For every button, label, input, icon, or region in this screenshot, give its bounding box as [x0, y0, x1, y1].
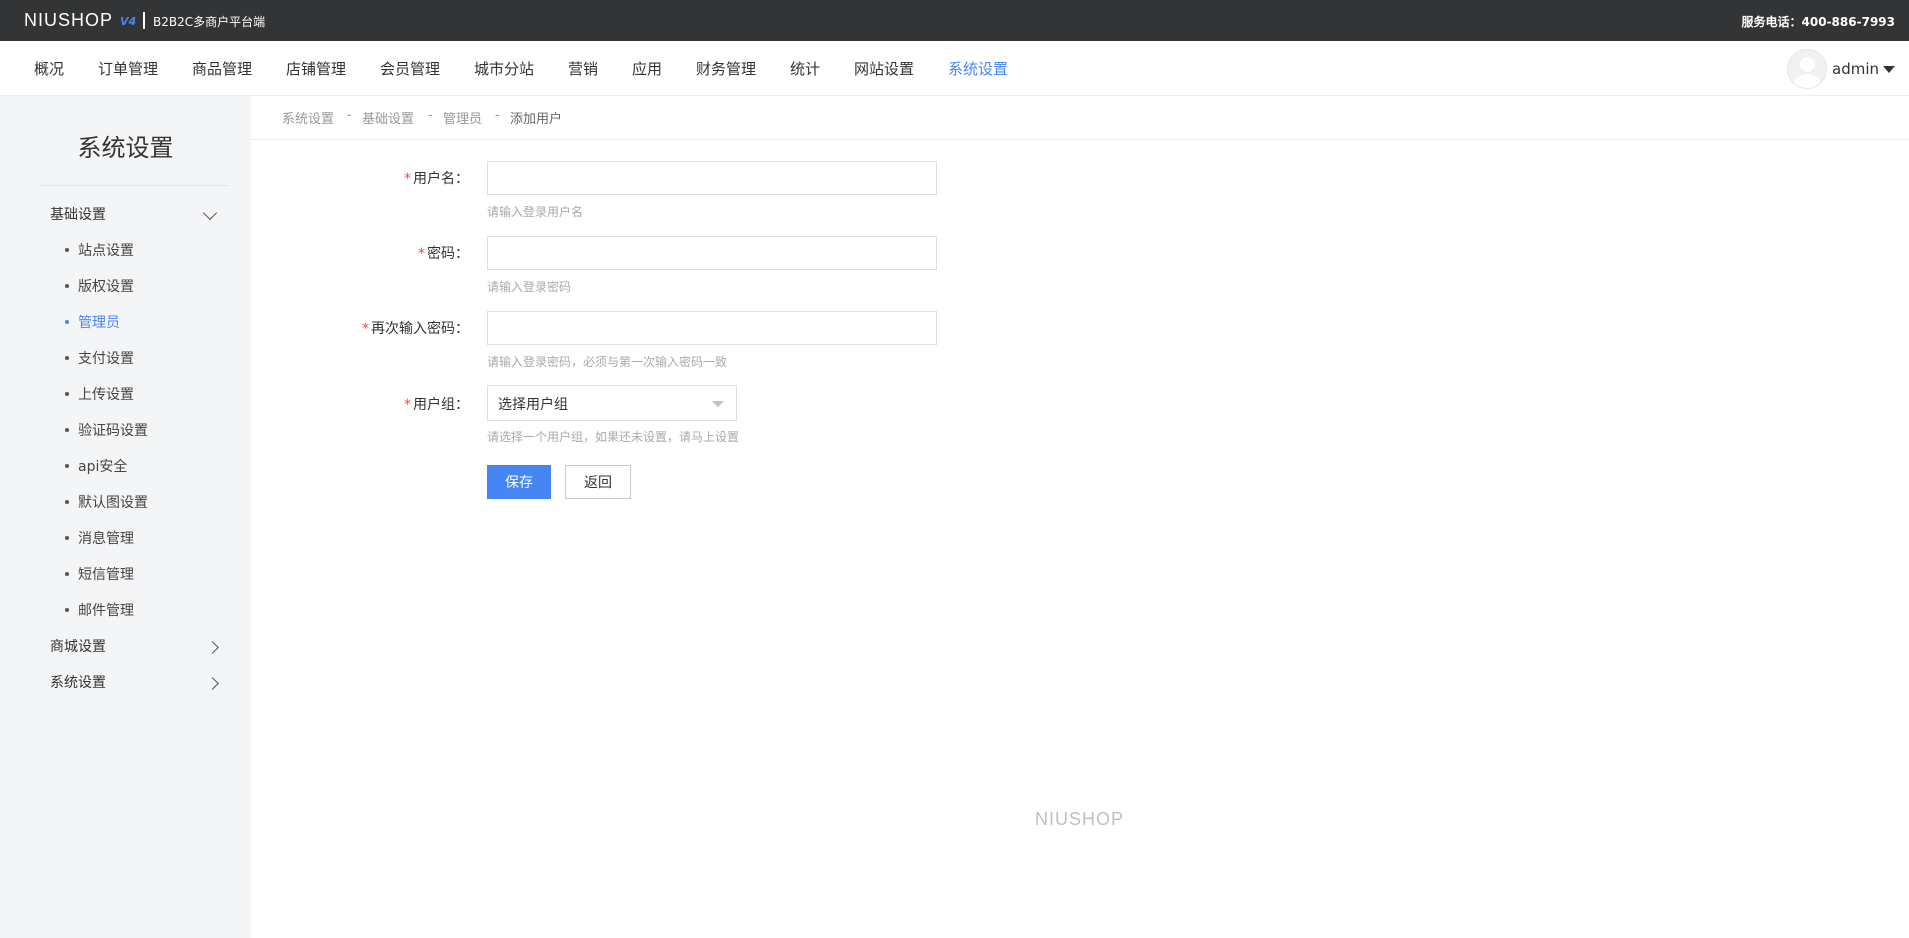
password-confirm-hint: 请输入登录密码，必须与第一次输入密码一致	[487, 355, 728, 369]
bullet-icon	[65, 392, 69, 396]
bullet-icon	[65, 428, 69, 432]
service-phone: 服务电话：400-886-7993	[1741, 15, 1895, 29]
back-button[interactable]: 返回	[565, 465, 631, 499]
nav-item-goods[interactable]: 商品管理	[192, 58, 252, 79]
avatar[interactable]	[1787, 49, 1827, 89]
nav-item-system-settings[interactable]: 系统设置	[948, 58, 1008, 79]
platform-subtitle: B2B2C多商户平台端	[153, 15, 266, 29]
sidebar-item-messages[interactable]: 消息管理	[78, 528, 134, 548]
bullet-icon	[65, 500, 69, 504]
sidebar-item-captcha[interactable]: 验证码设置	[78, 420, 148, 440]
logo-divider	[143, 12, 145, 29]
sidebar-divider	[40, 185, 228, 186]
caret-down-icon[interactable]	[1883, 65, 1895, 73]
user-group-select[interactable]: 选择用户组	[487, 385, 737, 421]
sidebar-item-sms[interactable]: 短信管理	[78, 564, 134, 584]
chevron-down-icon[interactable]	[202, 205, 218, 221]
required-mark: *	[418, 246, 425, 262]
breadcrumb-current: 添加用户	[510, 112, 563, 127]
breadcrumb-item[interactable]: 管理员	[443, 108, 482, 127]
password-confirm-input[interactable]	[487, 311, 937, 345]
breadcrumb-separator: -	[347, 108, 352, 123]
logo-version-badge: V4	[120, 15, 137, 28]
sidebar: 系统设置 基础设置 站点设置 版权设置 管理员 支付设置 上传设置 验证码设置 …	[0, 96, 251, 938]
bullet-icon	[65, 608, 69, 612]
nav-item-orders[interactable]: 订单管理	[98, 58, 158, 79]
top-bar: NIUSHOP V4 B2B2C多商户平台端 服务电话：400-886-7993	[0, 0, 1909, 41]
nav-item-overview[interactable]: 概况	[34, 58, 64, 79]
bullet-icon	[65, 248, 69, 252]
bullet-icon	[65, 572, 69, 576]
sidebar-item-email[interactable]: 邮件管理	[78, 600, 134, 620]
save-button[interactable]: 保存	[487, 465, 551, 499]
password-label: * 密码：	[418, 246, 469, 262]
user-menu[interactable]: admin	[1787, 49, 1895, 89]
sidebar-item-upload[interactable]: 上传设置	[78, 384, 134, 404]
nav-item-stats[interactable]: 统计	[790, 58, 820, 79]
main-nav: 概况 订单管理 商品管理 店铺管理 会员管理 城市分站 营销 应用 财务管理 统…	[0, 41, 1909, 96]
breadcrumb: 系统设置 - 基础设置 - 管理员 - 添加用户	[251, 96, 1909, 140]
password-input[interactable]	[487, 236, 937, 270]
nav-item-members[interactable]: 会员管理	[380, 58, 440, 79]
breadcrumb-separator: -	[428, 108, 433, 123]
chevron-right-icon[interactable]	[206, 677, 219, 690]
user-group-select-value: 选择用户组	[498, 397, 568, 413]
bullet-icon	[65, 356, 69, 360]
sidebar-item-admins[interactable]: 管理员	[78, 312, 120, 332]
bullet-icon	[65, 284, 69, 288]
footer-logo: NIUSHOP	[1035, 809, 1125, 829]
sidebar-item-payment[interactable]: 支付设置	[78, 348, 134, 368]
username-hint: 请输入登录用户名	[487, 205, 584, 219]
user-group-label: * 用户组：	[404, 397, 469, 413]
required-mark: *	[404, 171, 411, 187]
password-hint: 请输入登录密码	[487, 280, 572, 294]
nav-item-finance[interactable]: 财务管理	[696, 58, 756, 79]
sidebar-group-mall[interactable]: 商城设置	[50, 636, 106, 656]
user-name[interactable]: admin	[1832, 60, 1879, 78]
user-group-hint: 请选择一个用户组，如果还未设置，请马上设置	[487, 430, 740, 444]
password-confirm-label: * 再次输入密码：	[362, 321, 469, 337]
required-mark: *	[362, 321, 369, 337]
bullet-icon	[65, 536, 69, 540]
sidebar-group-system[interactable]: 系统设置	[50, 672, 106, 692]
breadcrumb-separator: -	[495, 108, 500, 123]
bullet-icon	[65, 464, 69, 468]
sidebar-group-basic[interactable]: 基础设置	[50, 204, 106, 224]
nav-item-apps[interactable]: 应用	[632, 58, 662, 79]
nav-item-marketing[interactable]: 营销	[568, 58, 598, 79]
breadcrumb-item[interactable]: 系统设置	[282, 108, 334, 127]
breadcrumb-item[interactable]: 基础设置	[362, 108, 414, 127]
required-mark: *	[404, 397, 411, 413]
sidebar-item-api-security[interactable]: api安全	[78, 456, 127, 476]
bullet-icon	[65, 320, 69, 324]
nav-item-city-stations[interactable]: 城市分站	[474, 58, 534, 79]
sidebar-item-site[interactable]: 站点设置	[78, 240, 134, 260]
username-input[interactable]	[487, 161, 937, 195]
sidebar-item-copyright[interactable]: 版权设置	[78, 276, 134, 296]
sidebar-title: 系统设置	[77, 134, 174, 162]
caret-down-icon	[712, 401, 724, 407]
username-label: * 用户名：	[404, 171, 469, 187]
sidebar-item-default-images[interactable]: 默认图设置	[78, 492, 148, 512]
nav-item-website-settings[interactable]: 网站设置	[854, 58, 914, 79]
niushop-logo[interactable]: NIUSHOP	[24, 10, 113, 31]
chevron-right-icon[interactable]	[206, 641, 219, 654]
nav-item-shops[interactable]: 店铺管理	[286, 58, 346, 79]
